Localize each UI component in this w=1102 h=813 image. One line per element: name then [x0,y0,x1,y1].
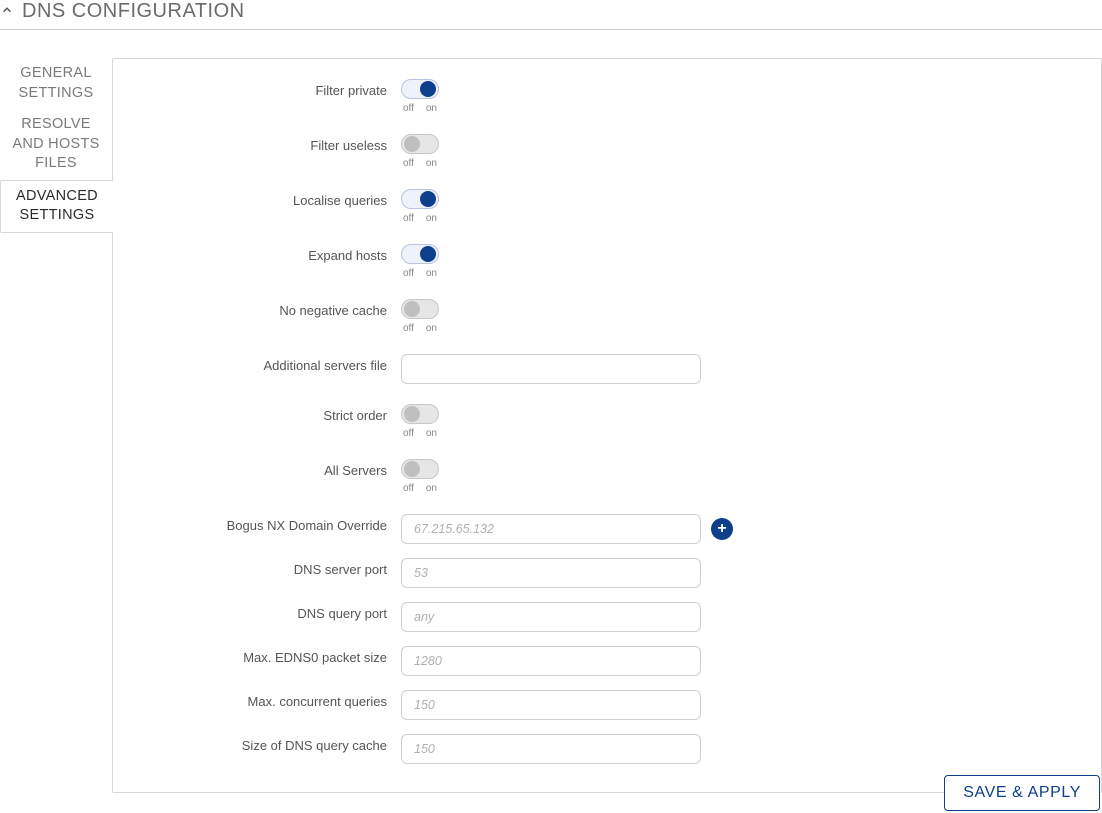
toggle-all-servers[interactable] [401,459,439,479]
toggle-strict-order[interactable] [401,404,439,424]
label-strict-order: Strict order [133,404,401,423]
input-dns-server-port[interactable] [401,558,701,588]
label-bogus-nx: Bogus NX Domain Override [133,514,401,533]
tab-advanced-settings[interactable]: ADVANCED SETTINGS [0,180,113,233]
tab-resolve-hosts[interactable]: RESOLVE AND HOSTS FILES [0,109,112,180]
label-no-negative-cache: No negative cache [133,299,401,318]
label-dns-server-port: DNS server port [133,558,401,577]
plus-icon: + [717,521,726,537]
tabs: GENERAL SETTINGS RESOLVE AND HOSTS FILES… [0,58,112,793]
input-max-edns0[interactable] [401,646,701,676]
label-expand-hosts: Expand hosts [133,244,401,263]
label-localise-queries: Localise queries [133,189,401,208]
input-max-concurrent[interactable] [401,690,701,720]
label-max-edns0: Max. EDNS0 packet size [133,646,401,665]
label-cache-size: Size of DNS query cache [133,734,401,753]
toggle-no-negative-cache[interactable] [401,299,439,319]
label-filter-private: Filter private [133,79,401,98]
tab-general-settings[interactable]: GENERAL SETTINGS [0,58,112,109]
label-max-concurrent: Max. concurrent queries [133,690,401,709]
label-all-servers: All Servers [133,459,401,478]
label-dns-query-port: DNS query port [133,602,401,621]
chevron-up-icon[interactable] [0,3,14,20]
toggle-localise-queries[interactable] [401,189,439,209]
settings-panel: Filter private offon Filter useless offo… [112,58,1102,793]
toggle-filter-private[interactable] [401,79,439,99]
input-bogus-nx[interactable] [401,514,701,544]
toggle-filter-useless[interactable] [401,134,439,154]
input-cache-size[interactable] [401,734,701,764]
label-additional-servers-file: Additional servers file [133,354,401,373]
section-title: DNS CONFIGURATION [22,0,245,23]
label-filter-useless: Filter useless [133,134,401,153]
add-bogus-nx-button[interactable]: + [711,518,733,540]
input-dns-query-port[interactable] [401,602,701,632]
input-additional-servers-file[interactable] [401,354,701,384]
toggle-expand-hosts[interactable] [401,244,439,264]
section-header: DNS CONFIGURATION [0,0,1102,30]
save-apply-button[interactable]: SAVE & APPLY [944,775,1100,811]
